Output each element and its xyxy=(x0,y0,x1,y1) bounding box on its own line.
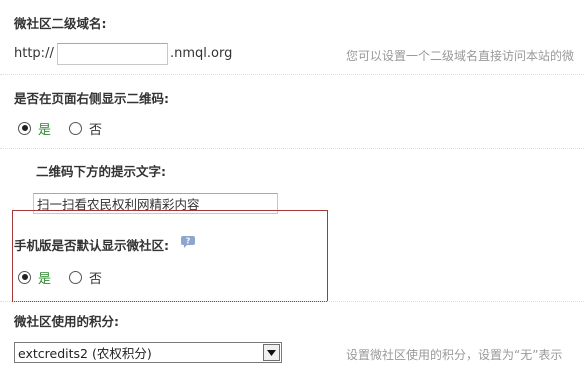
row-divider xyxy=(0,148,584,149)
credits-hint: 设置微社区使用的积分，设置为“无”表示 xyxy=(346,348,563,362)
svg-text:?: ? xyxy=(186,237,190,246)
settings-page: 微社区二级域名: http:// .nmql.org 您可以设置一个二级域名直接… xyxy=(0,0,584,375)
mobile-default-yes-radio[interactable] xyxy=(18,270,31,284)
qrcode-text-label: 二维码下方的提示文字: xyxy=(36,164,166,179)
domain-suffix: .nmql.org xyxy=(170,46,233,61)
domain-prefix: http:// xyxy=(14,46,54,61)
row-divider xyxy=(0,301,584,302)
qrcode-display-yes-radio[interactable] xyxy=(18,121,31,135)
qrcode-display-yes-label[interactable]: 是 xyxy=(38,119,51,138)
qrcode-display-radio-group: 是 否 xyxy=(18,119,102,138)
credits-selected-value: extcredits2 (农权积分) xyxy=(18,346,152,361)
qrcode-display-label: 是否在页面右侧显示二维码: xyxy=(14,91,169,106)
question-bubble-icon[interactable]: ? xyxy=(181,236,195,248)
mobile-default-label: 手机版是否默认显示微社区: xyxy=(14,238,169,253)
row-divider xyxy=(0,74,584,75)
qrcode-display-no-label[interactable]: 否 xyxy=(89,119,102,138)
qrcode-text-input[interactable] xyxy=(33,193,278,214)
domain-input[interactable] xyxy=(57,43,168,65)
credits-select[interactable]: extcredits2 (农权积分) xyxy=(14,342,282,363)
mobile-default-no-label[interactable]: 否 xyxy=(89,268,102,287)
domain-label: 微社区二级域名: xyxy=(14,16,107,31)
mobile-default-yes-label[interactable]: 是 xyxy=(38,268,51,287)
chevron-down-icon[interactable] xyxy=(263,344,280,361)
mobile-default-radio-group: 是 否 xyxy=(18,268,102,287)
domain-hint: 您可以设置一个二级域名直接访问本站的微 xyxy=(346,49,575,63)
mobile-default-no-radio[interactable] xyxy=(69,270,83,284)
qrcode-display-no-radio[interactable] xyxy=(69,121,83,135)
highlight-box xyxy=(12,210,328,302)
credits-label: 微社区使用的积分: xyxy=(14,314,119,329)
